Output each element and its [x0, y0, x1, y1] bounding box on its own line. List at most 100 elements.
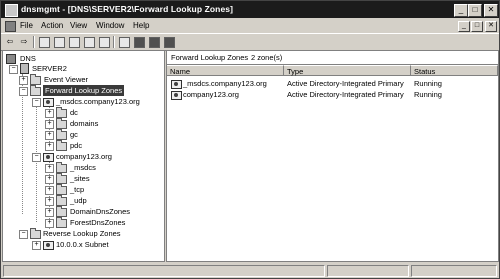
menu-bar: File Action View Window Help _ □ ✕: [1, 19, 499, 33]
collapse-icon[interactable]: −: [32, 98, 41, 107]
tree-node-label: 10.0.0.x Subnet: [56, 240, 109, 249]
collapse-icon[interactable]: −: [19, 230, 28, 239]
folder-icon: [30, 85, 41, 96]
mdi-restore-button[interactable]: □: [471, 21, 483, 32]
results-header-title: Forward Lookup Zones: [171, 53, 249, 62]
app-icon[interactable]: [5, 4, 18, 17]
show-hide-tree-icon[interactable]: [54, 37, 65, 48]
tree-node-label: _msdcs.company123.org: [56, 97, 140, 106]
zone-icon: [171, 91, 182, 100]
status-bar: [1, 263, 499, 278]
tree-connector: [36, 104, 37, 222]
mmc-window: dnsmgmt - [DNS\SERVER2\Forward Lookup Zo…: [0, 0, 500, 279]
mdi-close-button[interactable]: ✕: [485, 21, 497, 32]
toolbar-separator: [33, 36, 35, 48]
maximize-button[interactable]: □: [468, 4, 482, 17]
zone-count: 2 zone(s): [251, 53, 283, 62]
collapse-icon[interactable]: −: [32, 153, 41, 162]
tree-node-label: SERVER2: [32, 64, 67, 73]
folder-icon: [56, 184, 67, 195]
minimize-button[interactable]: _: [454, 4, 468, 17]
tree-node-label: DomainDnsZones: [70, 207, 131, 216]
folder-icon: [56, 162, 67, 173]
table-row[interactable]: _msdcs.company123.org Active Directory-I…: [167, 78, 498, 89]
properties-icon[interactable]: [99, 37, 110, 48]
folder-icon: [56, 206, 67, 217]
collapse-icon[interactable]: −: [9, 65, 18, 74]
event-viewer-icon: [30, 74, 41, 85]
table-row[interactable]: company123.org Active Directory-Integrat…: [167, 89, 498, 100]
tree-node-label: company123.org: [56, 152, 112, 161]
server-icon[interactable]: [134, 37, 145, 48]
zone-type: Active Directory-Integrated Primary: [287, 79, 404, 88]
expand-icon[interactable]: +: [45, 175, 54, 184]
expand-icon[interactable]: +: [45, 164, 54, 173]
new-record-icon[interactable]: [164, 37, 175, 48]
menu-view[interactable]: View: [70, 21, 87, 30]
expand-icon[interactable]: +: [19, 76, 28, 85]
zone-icon: [171, 80, 182, 89]
tree-node-label: pdc: [70, 141, 83, 150]
folder-icon: [30, 228, 41, 239]
results-pane[interactable]: Forward Lookup Zones 2 zone(s) Name Type…: [166, 50, 499, 262]
up-folder-icon[interactable]: [39, 37, 50, 48]
export-icon[interactable]: [84, 37, 95, 48]
collapse-icon[interactable]: −: [19, 87, 28, 96]
status-panel: [327, 265, 409, 277]
folder-icon: [56, 118, 67, 129]
zone-status: Running: [414, 79, 442, 88]
zone-status: Running: [414, 90, 442, 99]
toolbar-separator: [113, 36, 115, 48]
close-button[interactable]: ✕: [484, 4, 498, 17]
column-header-name[interactable]: Name: [167, 65, 284, 76]
results-header: Forward Lookup Zones 2 zone(s): [167, 51, 498, 65]
folder-icon: [56, 129, 67, 140]
zone-icon: [43, 153, 54, 162]
tree-node-label: dc: [70, 108, 78, 117]
expand-icon[interactable]: +: [45, 208, 54, 217]
expand-icon[interactable]: +: [45, 142, 54, 151]
menu-help[interactable]: Help: [133, 21, 149, 30]
tree-node-label: ForestDnsZones: [70, 218, 126, 227]
tree-node-label: gc: [70, 130, 78, 139]
folder-icon: [56, 195, 67, 206]
forward-icon[interactable]: ⇨: [18, 36, 30, 47]
expand-icon[interactable]: +: [45, 197, 54, 206]
title-bar[interactable]: dnsmgmt - [DNS\SERVER2\Forward Lookup Zo…: [1, 1, 499, 18]
menu-file[interactable]: File: [20, 21, 33, 30]
window-title: dnsmgmt - [DNS\SERVER2\Forward Lookup Zo…: [21, 4, 234, 14]
mmc-document-icon[interactable]: [5, 21, 16, 32]
zone-type: Active Directory-Integrated Primary: [287, 90, 404, 99]
tree-node-label: domains: [70, 119, 99, 128]
expand-icon[interactable]: +: [45, 131, 54, 140]
dns-icon: [6, 54, 16, 64]
zone-icon: [43, 241, 54, 250]
zone-name: _msdcs.company123.org: [183, 79, 267, 88]
expand-icon[interactable]: +: [45, 186, 54, 195]
refresh-icon[interactable]: [69, 37, 80, 48]
zone-icon: [43, 98, 54, 107]
tree-node-label: Event Viewer: [44, 75, 89, 84]
back-icon[interactable]: ⇦: [4, 36, 16, 47]
menu-action[interactable]: Action: [41, 21, 63, 30]
tree-node-label: _sites: [70, 174, 90, 183]
expand-icon[interactable]: +: [45, 109, 54, 118]
new-zone-icon[interactable]: [149, 37, 160, 48]
folder-icon: [56, 107, 67, 118]
expand-icon[interactable]: +: [45, 120, 54, 129]
toolbar: ⇦ ⇨: [1, 33, 499, 51]
column-header-type[interactable]: Type: [284, 65, 411, 76]
expand-icon[interactable]: +: [32, 241, 41, 250]
expand-icon[interactable]: +: [45, 219, 54, 228]
tree-node-label: _msdcs: [70, 163, 96, 172]
status-panel: [411, 265, 497, 277]
server-icon: [20, 63, 29, 74]
folder-icon: [56, 217, 67, 228]
column-header-status[interactable]: Status: [411, 65, 498, 76]
mdi-minimize-button[interactable]: _: [458, 21, 470, 32]
tree-node-label: Reverse Lookup Zones: [43, 229, 121, 238]
folder-icon: [56, 140, 67, 151]
menu-window[interactable]: Window: [96, 21, 124, 30]
help-icon[interactable]: [119, 37, 130, 48]
console-tree[interactable]: DNS − SERVER2 + Event Viewer − Forward L…: [2, 50, 165, 262]
